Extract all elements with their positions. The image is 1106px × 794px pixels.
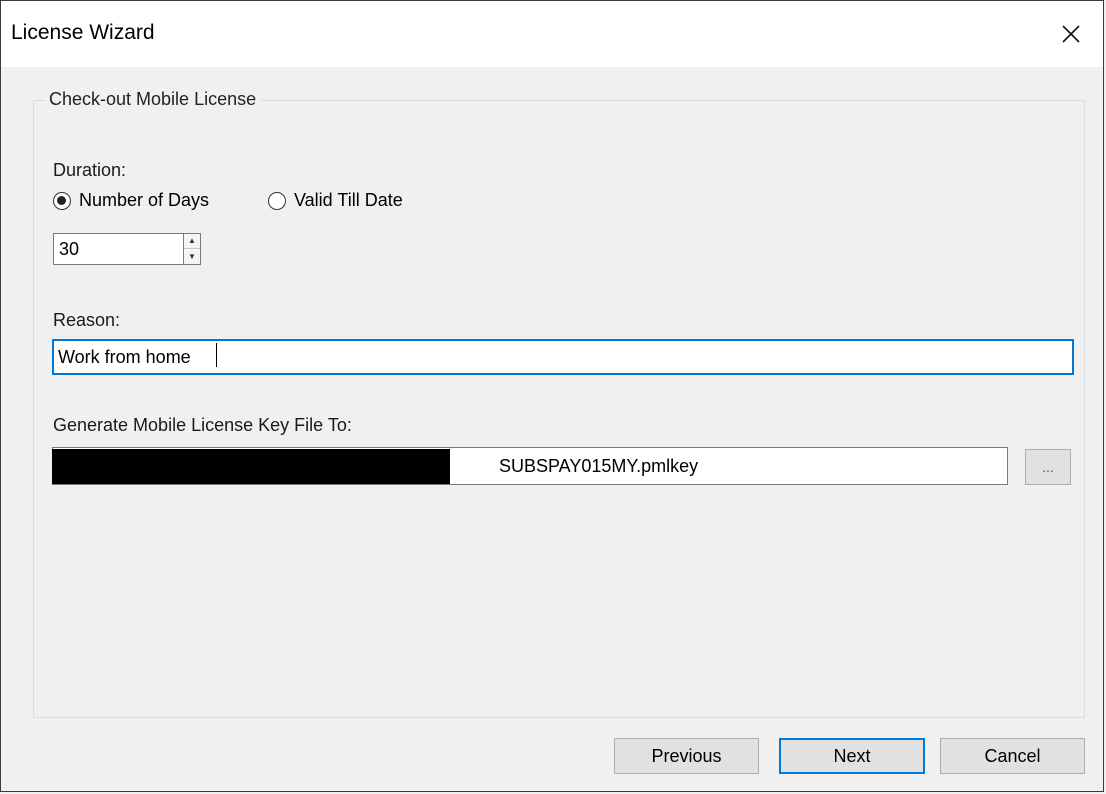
browse-button[interactable]: ... — [1025, 449, 1071, 485]
reason-label: Reason: — [53, 310, 121, 330]
text-caret — [216, 343, 217, 367]
close-button[interactable] — [1039, 1, 1103, 67]
redacted-path-block — [52, 449, 450, 484]
cancel-button[interactable]: Cancel — [940, 738, 1085, 774]
radio-unchecked-icon — [268, 191, 286, 210]
radio-valid-till-date[interactable]: Valid Till Date — [268, 190, 403, 211]
previous-button[interactable]: Previous — [614, 738, 759, 774]
keyfile-label: Generate Mobile License Key File To: — [53, 415, 352, 435]
radio-number-of-days[interactable]: Number of Days — [53, 190, 209, 211]
radio-valid-till-date-label: Valid Till Date — [294, 190, 403, 210]
radio-number-of-days-label: Number of Days — [79, 190, 210, 210]
spin-up-icon[interactable]: ▲ — [184, 234, 200, 249]
groupbox-title: Check-out Mobile License — [45, 89, 261, 110]
spin-down-icon[interactable]: ▼ — [184, 249, 200, 264]
reason-value: Work from home — [58, 346, 191, 367]
reason-input[interactable]: Work from home — [52, 339, 1074, 375]
days-spinner[interactable]: ▲ ▼ — [183, 233, 201, 265]
duration-label: Duration: — [53, 160, 127, 180]
next-button[interactable]: Next — [779, 738, 925, 774]
window-title: License Wizard — [11, 21, 155, 44]
radio-checked-icon — [53, 191, 71, 210]
close-icon — [1062, 25, 1080, 43]
days-input[interactable]: 30 — [53, 233, 184, 265]
days-value: 30 — [59, 238, 80, 259]
keyfile-path-value: SUBSPAY015MY.pmlkey — [499, 455, 699, 476]
title-bar: License Wizard — [1, 1, 1103, 67]
